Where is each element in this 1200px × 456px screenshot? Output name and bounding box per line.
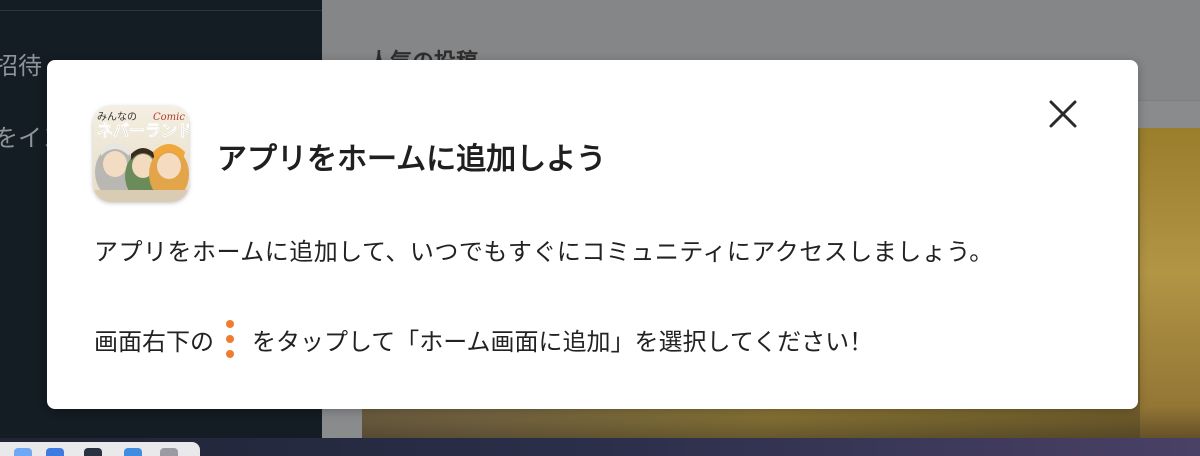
kebab-dot <box>226 320 234 328</box>
close-icon <box>1049 100 1077 128</box>
dialog-title: アプリをホームに追加しよう <box>217 142 607 177</box>
post-image-figure <box>1140 128 1200 448</box>
kebab-dot <box>226 350 234 358</box>
dock-app-icon[interactable] <box>84 448 102 456</box>
kebab-dot <box>226 335 234 343</box>
screen: 招待 をイン 人気の投稿 <box>0 0 1200 456</box>
app-icon-caption-logo: Comic <box>153 112 185 123</box>
sidebar-divider <box>0 10 322 11</box>
dock-app-icon[interactable] <box>14 448 32 456</box>
sidebar-item-invite[interactable]: 招待 <box>0 46 42 81</box>
close-button[interactable] <box>1041 92 1085 136</box>
kebab-menu-icon <box>226 320 234 358</box>
dock-app-icon[interactable] <box>160 448 178 456</box>
app-icon: みんなの ネバーランド Comic <box>93 106 189 202</box>
app-icon-caption-main: ネバーランド <box>97 121 189 140</box>
add-to-home-dialog: みんなの ネバーランド Comic アプリをホームに追加しよう アプリをホームに… <box>47 60 1138 409</box>
dock-app-icon[interactable] <box>46 448 64 456</box>
dock-app-icon[interactable] <box>124 448 142 456</box>
instruction-text-before: 画面右下の <box>94 327 214 356</box>
dialog-description: アプリをホームに追加して、いつでもすぐにコミュニティにアクセスしましょう。 <box>94 238 994 266</box>
app-icon-artwork: みんなの ネバーランド Comic <box>93 106 189 202</box>
dialog-instruction: 画面右下の をタップして「ホーム画面に追加」を選択してください！ <box>94 320 873 358</box>
instruction-text-after: をタップして「ホーム画面に追加」を選択してください！ <box>252 327 874 356</box>
